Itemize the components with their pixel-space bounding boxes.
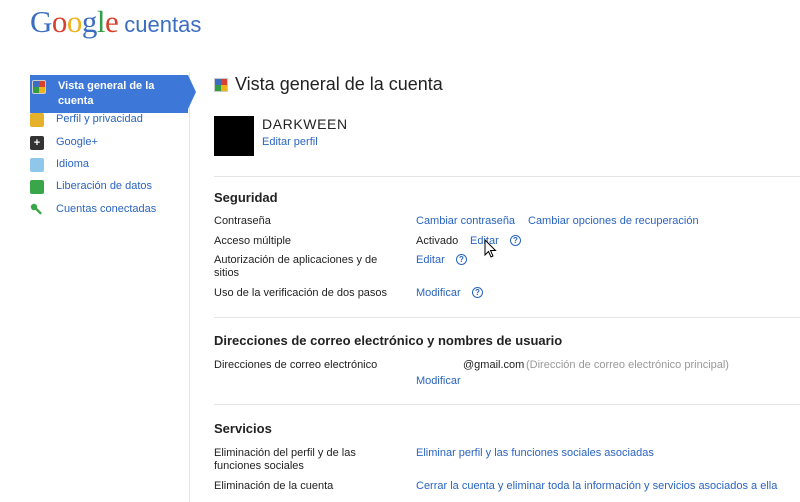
edit-profile-link[interactable]: Editar perfil [262, 136, 318, 148]
google-plus-icon: + [30, 136, 44, 150]
help-icon[interactable]: ? [472, 287, 483, 298]
sidebar-item-label: Cuentas conectadas [56, 203, 157, 215]
emails-modify-link[interactable]: Modificar [416, 375, 461, 388]
logo-letter: g [81, 4, 98, 39]
profile-removal-label: Eliminación del perfil y de las funcione… [214, 447, 356, 472]
sidebar-item-label: Liberación de datos [56, 180, 153, 192]
help-icon[interactable]: ? [456, 254, 467, 265]
key-icon [30, 203, 44, 217]
sidebar-item-label: Vista general de la cuenta [58, 80, 155, 107]
email-addresses-label: Direcciones de correo electrónico [214, 359, 378, 371]
mouse-cursor-icon [484, 239, 497, 258]
sidebar-item-overview[interactable]: Vista general de la cuenta [30, 75, 196, 113]
change-recovery-options-link[interactable]: Cambiar opciones de recuperación [528, 215, 699, 228]
account-removal-label: Eliminación de la cuenta [214, 480, 334, 492]
google-multicolor-icon [32, 80, 46, 94]
logo-letter: l [96, 4, 106, 39]
logo-letter: o [66, 4, 83, 39]
divider [214, 176, 800, 177]
section-title-emails: Direcciones de correo electrónico y nomb… [214, 333, 563, 348]
close-account-link[interactable]: Cerrar la cuenta y eliminar toda la info… [416, 480, 777, 493]
language-icon [30, 158, 44, 172]
change-password-link[interactable]: Cambiar contraseña [416, 215, 515, 228]
two-step-verification-label: Uso de la verificación de dos pasos [214, 287, 388, 299]
page-title: Vista general de la cuenta [235, 74, 443, 94]
multi-login-status: Activado [416, 235, 459, 247]
app-authorization-label: Autorización de aplicaciones y de sitios [214, 254, 378, 279]
logo-letter: o [51, 4, 68, 39]
password-label: Contraseña [214, 215, 271, 227]
sidebar-item-language[interactable]: Idioma [30, 157, 180, 172]
email-address: @gmail.com [463, 359, 525, 371]
page-title-row: Vista general de la cuenta [214, 74, 443, 95]
sidebar-item-profile-privacy[interactable]: Perfil y privacidad [30, 112, 180, 127]
section-title-security: Seguridad [214, 190, 278, 205]
logo-letter: G [30, 4, 52, 39]
sidebar: Vista general de la cuenta Perfil y priv… [0, 72, 196, 502]
product-name: cuentas [124, 12, 202, 37]
data-liberation-icon [30, 180, 44, 194]
sidebar-item-label: Google+ [56, 136, 98, 148]
help-icon[interactable]: ? [510, 235, 521, 246]
multi-login-label: Acceso múltiple [214, 235, 292, 247]
username: DARKWEEN [262, 116, 348, 132]
section-title-services: Servicios [214, 421, 272, 436]
sidebar-item-label: Idioma [56, 158, 90, 170]
google-cuentas-logo[interactable]: Google cuentas [30, 4, 201, 44]
divider [214, 404, 800, 405]
divider [214, 317, 800, 318]
delete-profile-link[interactable]: Eliminar perfil y las funciones sociales… [416, 447, 654, 460]
logo-letter: e [105, 4, 119, 39]
two-step-modify-link[interactable]: Modificar [416, 287, 461, 300]
google-multicolor-icon [214, 77, 228, 92]
sidebar-item-data-liberation[interactable]: Liberación de datos [30, 179, 180, 194]
sidebar-item-google-plus[interactable]: + Google+ [30, 135, 180, 150]
primary-email-note: (Dirección de correo electrónico princip… [526, 359, 729, 371]
header: Google cuentas [0, 0, 800, 52]
sidebar-item-connected-accounts[interactable]: Cuentas conectadas [30, 202, 180, 217]
lock-icon [30, 113, 44, 127]
sidebar-item-label: Perfil y privacidad [56, 113, 143, 125]
google-wordmark: Google [30, 4, 119, 40]
avatar[interactable] [214, 116, 254, 156]
app-authorization-edit-link[interactable]: Editar [416, 254, 445, 267]
